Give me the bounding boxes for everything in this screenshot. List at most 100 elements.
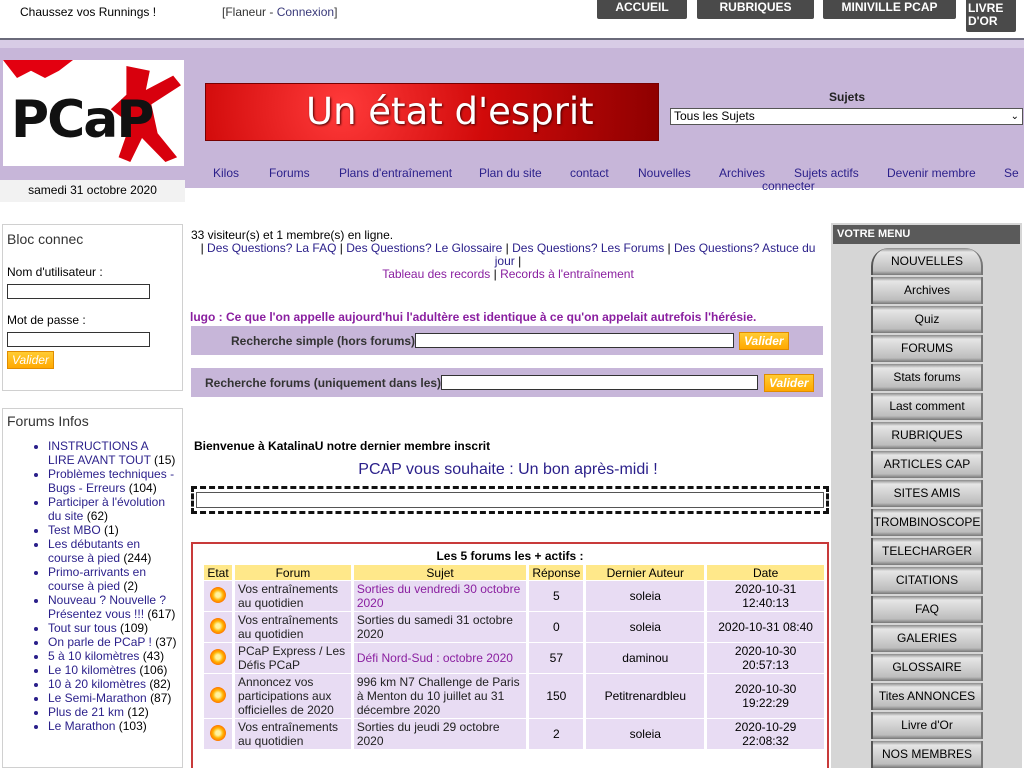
password-input[interactable] — [7, 332, 150, 347]
sujets-select[interactable]: Tous les Sujets ⌄ — [670, 108, 1023, 125]
login-panel: Bloc connec Nom d'utilisateur : Mot de p… — [2, 224, 183, 391]
forum-info-item[interactable]: Tout sur tous (109) — [48, 621, 182, 635]
forum-cell[interactable]: Vos entraînements au quotidien — [234, 719, 351, 749]
glossaire-link[interactable]: Des Questions? Le Glossaire — [346, 241, 502, 255]
livre-dor-button[interactable]: LIVRE D'OR — [966, 0, 1016, 32]
top-bar: Chaussez vos Runnings ! [Flaneur - Conne… — [0, 0, 1024, 40]
auteur-cell[interactable]: daminou — [586, 643, 705, 673]
forum-info-item[interactable]: 10 à 20 kilomètres (82) — [48, 677, 182, 691]
forum-info-item[interactable]: On parle de PCaP ! (37) — [48, 635, 182, 649]
nav-se-connecter[interactable]: Se — [1004, 166, 1019, 180]
forum-info-item[interactable]: Plus de 21 km (12) — [48, 705, 182, 719]
menu-item-articles-cap[interactable]: ARTICLES CAP — [871, 451, 983, 478]
menu-item-forums[interactable]: FORUMS — [871, 335, 983, 362]
forum-info-link[interactable]: Le Marathon — [48, 719, 115, 733]
menu-item-last-comment[interactable]: Last comment — [871, 393, 983, 420]
forum-info-item[interactable]: Les débutants en course à pied (244) — [48, 537, 182, 565]
simple-search-input[interactable] — [415, 333, 734, 348]
auteur-cell[interactable]: soleia — [586, 581, 705, 611]
forum-info-item[interactable]: INSTRUCTIONS A LIRE AVANT TOUT (15) — [48, 439, 182, 467]
forums-search-input[interactable] — [441, 375, 758, 390]
auteur-cell[interactable]: Petitrenardbleu — [586, 674, 705, 718]
forum-cell[interactable]: PCaP Express / Les Défis PCaP — [234, 643, 351, 673]
menu-item-glossaire[interactable]: GLOSSAIRE — [871, 654, 983, 681]
menu-item-rubriques[interactable]: RUBRIQUES — [871, 422, 983, 449]
nav-contact[interactable]: contact — [570, 166, 609, 180]
forum-cell[interactable]: Vos entraînements au quotidien — [234, 581, 351, 611]
menu-item-citations[interactable]: CITATIONS — [871, 567, 983, 594]
username-label: Nom d'utilisateur : — [7, 265, 103, 279]
forum-info-link[interactable]: On parle de PCaP ! — [48, 635, 152, 649]
forums-search-button[interactable]: Valider — [764, 374, 814, 392]
nav-kilos[interactable]: Kilos — [213, 166, 239, 180]
auteur-cell[interactable]: soleia — [586, 612, 705, 642]
forum-info-count: (1) — [104, 523, 119, 537]
nav-archives[interactable]: Archives — [719, 166, 765, 180]
menu-item-archives[interactable]: Archives — [871, 277, 983, 304]
nav-nouvelles[interactable]: Nouvelles — [638, 166, 691, 180]
menu-item-telecharger[interactable]: TELECHARGER — [871, 538, 983, 565]
forum-info-item[interactable]: Le Semi-Marathon (87) — [48, 691, 182, 705]
nav-plans[interactable]: Plans d'entraînement — [339, 166, 452, 180]
login-submit-button[interactable]: Valider — [7, 351, 54, 369]
pcap-logo[interactable]: PCaP — [3, 60, 184, 166]
nav-sujets-actifs[interactable]: Sujets actifs — [794, 166, 859, 180]
sujet-cell[interactable]: Sorties du jeudi 29 octobre 2020 — [353, 719, 527, 749]
forum-info-item[interactable]: 5 à 10 kilomètres (43) — [48, 649, 182, 663]
forum-info-link[interactable]: INSTRUCTIONS A LIRE AVANT TOUT — [48, 439, 151, 467]
rubriques-button[interactable]: RUBRIQUES — [697, 0, 814, 19]
col-etat: Etat — [204, 565, 232, 580]
sujet-cell[interactable]: Sorties du vendredi 30 octobre 2020 — [353, 581, 527, 611]
current-date: samedi 31 octobre 2020 — [0, 180, 185, 202]
menu-item-nos-membres[interactable]: NOS MEMBRES — [871, 741, 983, 768]
sujets-label: Sujets — [829, 90, 866, 104]
records-entrainement-link[interactable]: Records à l'entraînement — [500, 267, 634, 281]
promo-text: Chaussez vos Runnings ! — [20, 5, 157, 19]
sujet-cell[interactable]: Sorties du samedi 31 octobre 2020 — [353, 612, 527, 642]
menu-item-sites-amis[interactable]: SITES AMIS — [871, 480, 983, 507]
username-input[interactable] — [7, 284, 150, 299]
forum-info-link[interactable]: Test MBO — [48, 523, 101, 537]
site-header: PCaP Un état d'esprit Sujets Tous les Su… — [0, 40, 1024, 193]
nav-forums[interactable]: Forums — [269, 166, 310, 180]
menu-item-faq[interactable]: FAQ — [871, 596, 983, 623]
forum-info-item[interactable]: Le 10 kilomètres (106) — [48, 663, 182, 677]
forum-info-link[interactable]: 10 à 20 kilomètres — [48, 677, 146, 691]
menu-item-galeries[interactable]: GALERIES — [871, 625, 983, 652]
connexion-link[interactable]: Connexion — [277, 5, 334, 19]
forum-cell[interactable]: Annoncez vos participations aux officiel… — [234, 674, 351, 718]
sujet-cell[interactable]: Défi Nord-Sud : octobre 2020 — [353, 643, 527, 673]
forum-info-link[interactable]: Tout sur tous — [48, 621, 117, 635]
miniville-button[interactable]: MINIVILLE PCAP — [823, 0, 956, 19]
forum-info-item[interactable]: Primo-arrivants en course à pied (2) — [48, 565, 182, 593]
forum-info-link[interactable]: Le 10 kilomètres — [48, 663, 136, 677]
forum-info-item[interactable]: Problèmes techniques - Bugs - Erreurs (1… — [48, 467, 182, 495]
forum-cell[interactable]: Vos entraînements au quotidien — [234, 612, 351, 642]
menu-item-trombinoscope[interactable]: TROMBINOSCOPE — [871, 509, 983, 536]
forum-info-item[interactable]: Participer à l'évolution du site (62) — [48, 495, 182, 523]
menu-item-livre-d-or[interactable]: Livre d'Or — [871, 712, 983, 739]
nav-devenir-membre[interactable]: Devenir membre — [887, 166, 976, 180]
forum-info-item[interactable]: Nouveau ? Nouvelle ? Présentez vous !!! … — [48, 593, 182, 621]
forum-info-item[interactable]: Test MBO (1) — [48, 523, 182, 537]
nav-plan-du-site[interactable]: Plan du site — [479, 166, 542, 180]
menu-item-quiz[interactable]: Quiz — [871, 306, 983, 333]
forum-info-link[interactable]: Le Semi-Marathon — [48, 691, 147, 705]
menu-item-stats-forums[interactable]: Stats forums — [871, 364, 983, 391]
etat-cell — [204, 643, 232, 673]
menu-item-tites-annonces[interactable]: Tites ANNONCES — [871, 683, 983, 710]
forum-info-count: (104) — [128, 481, 157, 495]
accueil-button[interactable]: ACCUEIL — [597, 0, 687, 19]
forum-info-link[interactable]: 5 à 10 kilomètres — [48, 649, 139, 663]
auteur-cell[interactable]: soleia — [586, 719, 705, 749]
forums-search-label: Recherche forums (uniquement dans les) — [205, 376, 442, 390]
faq-link[interactable]: Des Questions? La FAQ — [207, 241, 336, 255]
menu-item-nouvelles[interactable]: NOUVELLES — [871, 248, 983, 275]
forum-info-item[interactable]: Le Marathon (103) — [48, 719, 182, 733]
sujet-cell[interactable]: 996 km N7 Challenge de Paris à Menton du… — [353, 674, 527, 718]
simple-search-button[interactable]: Valider — [739, 332, 789, 350]
forum-info-link[interactable]: Plus de 21 km — [48, 705, 124, 719]
forums-link[interactable]: Des Questions? Les Forums — [512, 241, 664, 255]
date-cell: 2020-10-31 08:40 — [707, 612, 824, 642]
records-link[interactable]: Tableau des records — [382, 267, 490, 281]
